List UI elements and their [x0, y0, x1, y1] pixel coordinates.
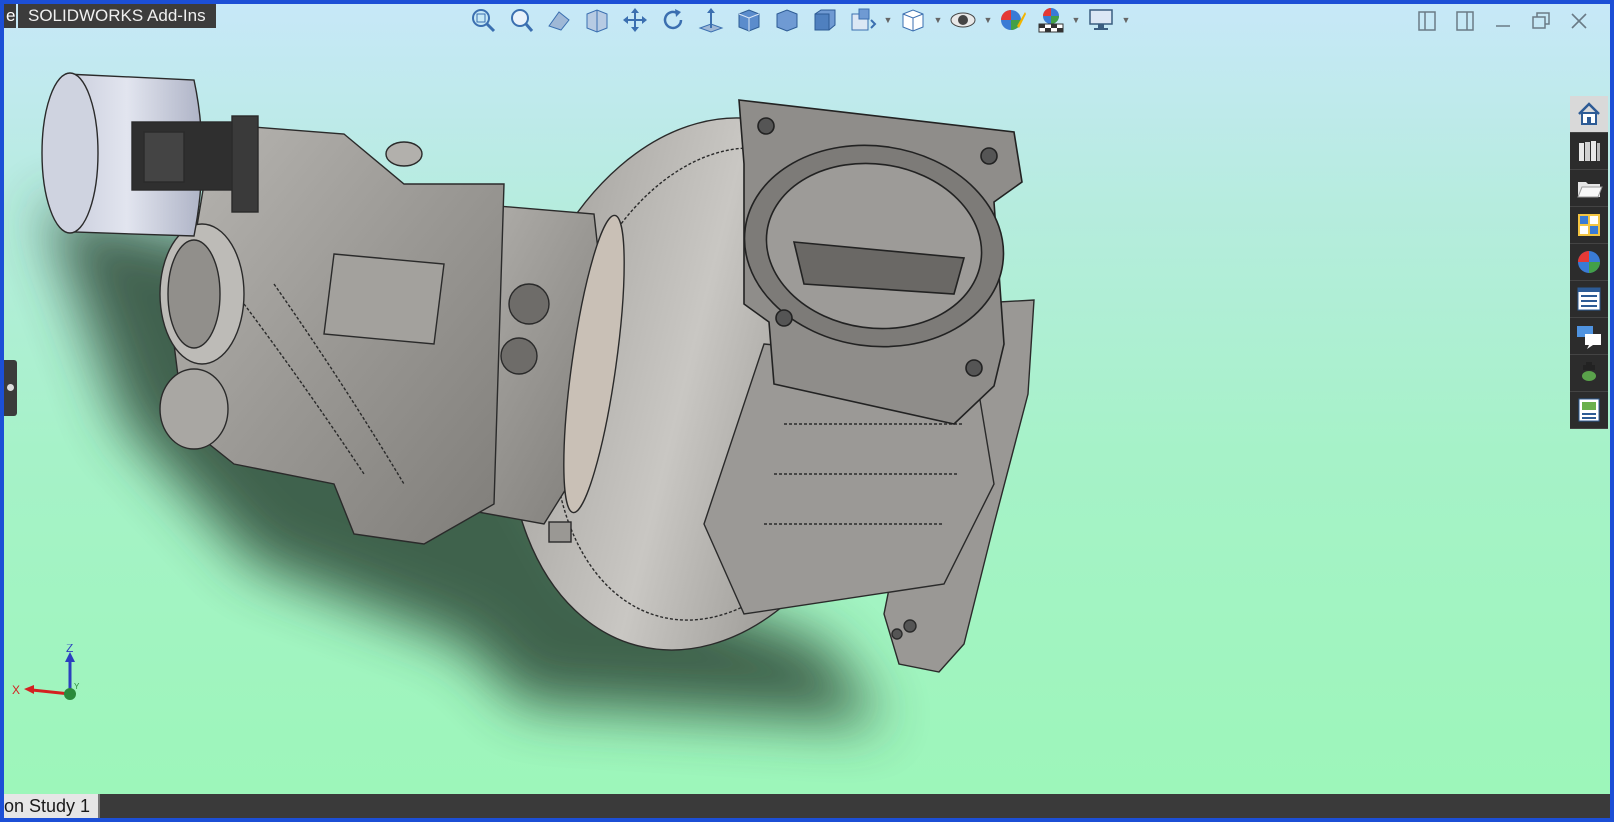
- pan-icon[interactable]: [618, 5, 652, 35]
- study-tab-bar: on Study 1: [4, 794, 1610, 818]
- inlet-flange: [738, 99, 1023, 425]
- graphics-area[interactable]: e SOLIDWORKS Add-Ins ▼ ▼ ▼ ▼ ▼ Z X Y on …: [4, 4, 1610, 818]
- zoom-to-fit-icon[interactable]: [466, 5, 500, 35]
- heads-up-view-toolbar: ▼ ▼ ▼ ▼ ▼: [466, 5, 1130, 35]
- task-pane-tabs: [1570, 96, 1608, 429]
- chevron-down-icon[interactable]: ▼: [984, 5, 993, 35]
- chevron-down-icon[interactable]: ▼: [884, 5, 893, 35]
- chevron-down-icon[interactable]: ▼: [1122, 5, 1131, 35]
- reference-triad: Z X Y: [12, 644, 80, 700]
- command-tabs: e SOLIDWORKS Add-Ins: [4, 4, 216, 28]
- tasks-icon[interactable]: [1570, 392, 1608, 429]
- tile-right-icon[interactable]: [1452, 8, 1478, 34]
- appearances-icon[interactable]: [1570, 244, 1608, 281]
- chevron-down-icon[interactable]: ▼: [1072, 5, 1081, 35]
- minimize-icon[interactable]: [1490, 8, 1516, 34]
- forum-icon[interactable]: [1570, 318, 1608, 355]
- apply-scene-icon[interactable]: [1034, 5, 1068, 35]
- restore-icon[interactable]: [1528, 8, 1554, 34]
- tab-motion-study-1[interactable]: on Study 1: [4, 794, 101, 818]
- tab-solidworks-add-ins[interactable]: SOLIDWORKS Add-Ins: [18, 4, 216, 28]
- triad-z-label: Z: [66, 644, 73, 655]
- normal-to-icon[interactable]: [694, 5, 728, 35]
- hide-show-items-icon[interactable]: [946, 5, 980, 35]
- shaded-cube-icon[interactable]: [808, 5, 842, 35]
- tab-previous[interactable]: e: [4, 4, 16, 28]
- edit-appearance-icon[interactable]: [996, 5, 1030, 35]
- chevron-down-icon[interactable]: ▼: [934, 5, 943, 35]
- model-viewport[interactable]: [4, 4, 1610, 818]
- custom-properties-icon[interactable]: [1570, 281, 1608, 318]
- file-explorer-icon[interactable]: [1570, 170, 1608, 207]
- view-palette-icon[interactable]: [1570, 207, 1608, 244]
- triad-x-label: X: [12, 683, 20, 697]
- handle-dot: [7, 384, 14, 391]
- rotate-icon[interactable]: [656, 5, 690, 35]
- window-controls: [1414, 8, 1592, 34]
- isometric-view-icon[interactable]: [732, 5, 766, 35]
- home-icon[interactable]: [1570, 96, 1608, 133]
- tile-left-icon[interactable]: [1414, 8, 1440, 34]
- zoom-to-area-icon[interactable]: [504, 5, 538, 35]
- view-orientation-icon[interactable]: [846, 5, 880, 35]
- previous-view-icon[interactable]: [542, 5, 576, 35]
- view-settings-icon[interactable]: [1084, 5, 1118, 35]
- front-view-icon[interactable]: [770, 5, 804, 35]
- section-view-icon[interactable]: [580, 5, 614, 35]
- triad-y-label: Y: [74, 682, 80, 691]
- design-library-icon[interactable]: [1570, 133, 1608, 170]
- display-style-icon[interactable]: [896, 5, 930, 35]
- add-in-icon[interactable]: [1570, 355, 1608, 392]
- panel-collapse-handle[interactable]: [4, 360, 17, 416]
- close-icon[interactable]: [1566, 8, 1592, 34]
